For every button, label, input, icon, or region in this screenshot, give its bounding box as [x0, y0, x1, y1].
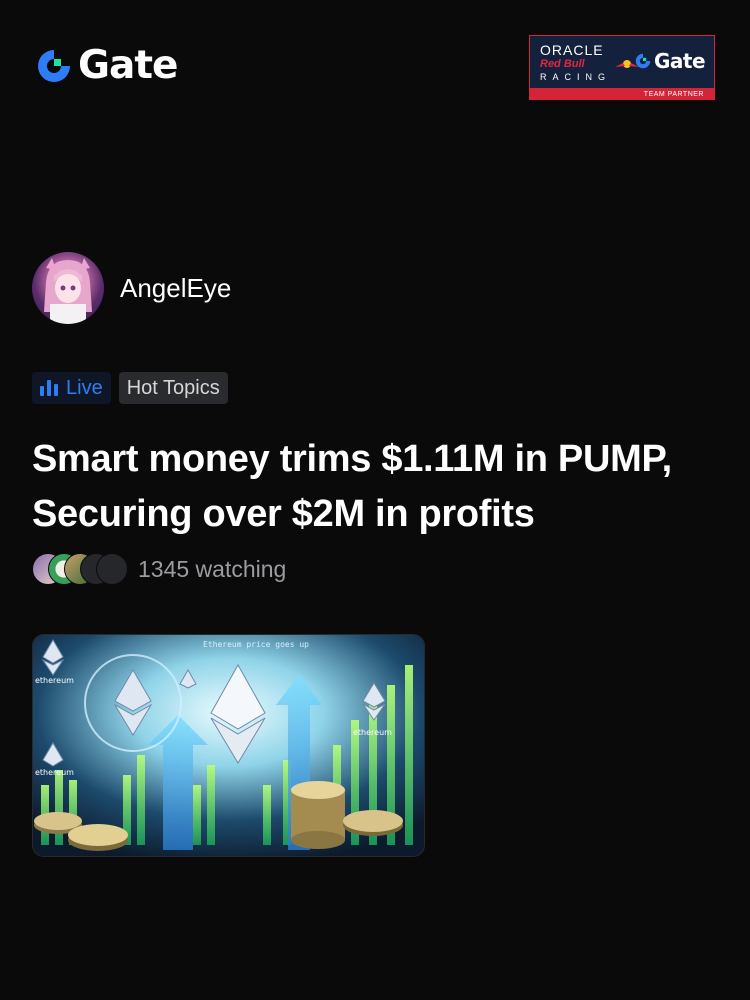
live-tag[interactable]: Live [32, 372, 111, 404]
viewer-avatars [32, 553, 130, 585]
image-label: ethereum [353, 728, 392, 737]
gate-logo-icon [635, 53, 651, 69]
partner-oracle-text: ORACLE [540, 42, 604, 58]
hot-topics-label: Hot Topics [126, 376, 220, 399]
post-tags: Live Hot Topics [32, 372, 228, 404]
gate-logo[interactable]: Gate [34, 43, 178, 88]
post-title: Smart money trims $1.11M in PUMP, Securi… [32, 438, 672, 535]
gate-logo-icon [38, 50, 70, 82]
partner-gate-logo: Gate [634, 49, 706, 73]
hot-topics-tag[interactable]: Hot Topics [118, 372, 228, 404]
partner-gate-text: Gate [654, 49, 706, 73]
post-page: Gate ORACLE Red Bull RACING Gate TEAM PA… [0, 0, 750, 1000]
partner-racing-text: RACING [540, 72, 612, 82]
partner-redbull-text: Red Bull [540, 58, 585, 70]
author-name[interactable]: AngelEye [120, 273, 231, 304]
author-row[interactable]: AngelEye [32, 252, 231, 324]
anime-girl-avatar-icon [44, 258, 92, 324]
post-image[interactable]: Ethereum price goes up ethereum ethereum… [32, 634, 425, 857]
watching-count: 1345 watching [138, 555, 287, 582]
image-label: ethereum [35, 768, 74, 777]
team-partner-badge: ORACLE Red Bull RACING Gate TEAM PARTNER [529, 35, 715, 100]
gate-logo-text: Gate [78, 43, 178, 88]
watching-row: 1345 watching [32, 553, 286, 585]
ethereum-price-illustration: Ethereum price goes up ethereum ethereum… [33, 635, 424, 856]
live-tag-label: Live [66, 376, 103, 399]
author-avatar[interactable] [32, 252, 104, 324]
live-bars-icon [40, 380, 58, 396]
partner-strip: TEAM PARTNER [530, 88, 714, 99]
team-partner-label: TEAM PARTNER [643, 91, 704, 98]
viewer-avatar [96, 553, 128, 585]
image-caption: Ethereum price goes up [203, 640, 309, 649]
image-label: ethereum [35, 676, 74, 685]
